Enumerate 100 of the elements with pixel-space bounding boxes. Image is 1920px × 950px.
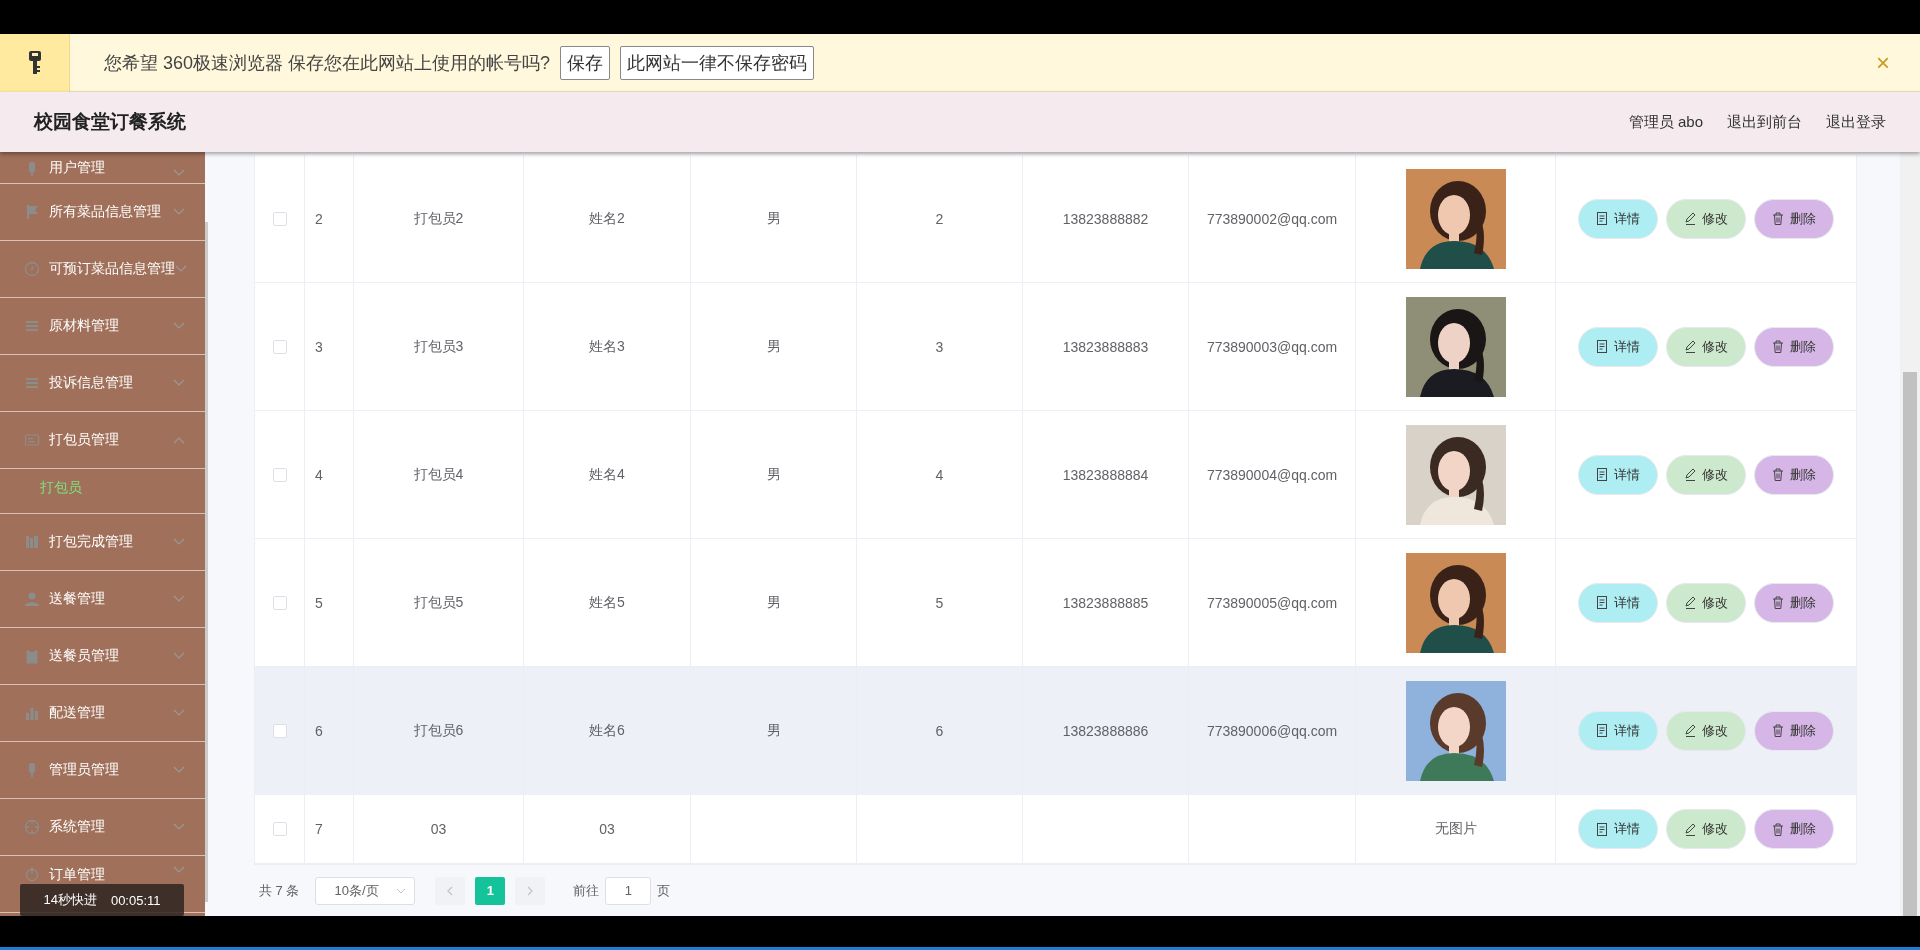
- chevron-right-icon: [526, 885, 535, 896]
- table-cell: 男: [766, 209, 781, 228]
- flag-icon: [24, 204, 40, 220]
- chevron-down-icon: [175, 265, 187, 273]
- table-cell: 03: [430, 821, 447, 837]
- trash-icon: [1772, 822, 1784, 836]
- detail-button[interactable]: 详情: [1578, 326, 1658, 367]
- table-cell: 13823888885: [1062, 594, 1149, 611]
- detail-button[interactable]: 详情: [1578, 454, 1658, 495]
- table-cell: 打包员3: [413, 337, 464, 356]
- prompt-button[interactable]: 保存: [560, 45, 611, 80]
- table-cell: 5: [315, 594, 323, 611]
- edit-button[interactable]: 修改: [1666, 582, 1746, 623]
- trash-icon: [1772, 724, 1784, 737]
- table-cell: 2: [315, 210, 323, 227]
- document-icon: [1596, 212, 1608, 225]
- table-cell: 7: [315, 821, 323, 837]
- row-checkbox[interactable]: [272, 211, 287, 226]
- document-icon: [1596, 724, 1608, 737]
- no-image-text: 无图片: [1434, 820, 1477, 838]
- detail-button[interactable]: 详情: [1578, 198, 1658, 239]
- table-cell: 姓名5: [589, 593, 625, 612]
- table-cell: 男: [766, 337, 781, 356]
- document-icon: [1596, 468, 1608, 481]
- prompt-message: 您希望 360极速浏览器 保存您在此网站上使用的帐号吗?: [104, 51, 551, 75]
- detail-button[interactable]: 详情: [1578, 809, 1658, 849]
- prompt-button[interactable]: 此网站一律不保存密码: [620, 45, 815, 80]
- bars-icon: [24, 534, 40, 550]
- table-cell: 姓名2: [589, 209, 625, 228]
- table-cell: 3: [315, 338, 323, 355]
- chevron-left-icon: [446, 885, 455, 896]
- app-title: 校园食堂订餐系统: [34, 110, 186, 134]
- delete-button[interactable]: 删除: [1754, 454, 1834, 495]
- table-cell: 2: [935, 210, 944, 227]
- edit-button[interactable]: 修改: [1666, 710, 1746, 751]
- delete-button[interactable]: 删除: [1754, 582, 1834, 623]
- pencil-icon: [1684, 724, 1696, 737]
- prev-page-button[interactable]: [435, 876, 466, 905]
- row-checkbox[interactable]: [272, 339, 287, 354]
- next-page-button[interactable]: [515, 876, 546, 905]
- power-icon: [24, 866, 40, 882]
- table-cell: 男: [766, 465, 781, 484]
- document-icon: [1596, 596, 1608, 609]
- table-cell: 773890006@qq.com: [1206, 722, 1338, 739]
- delete-button[interactable]: 删除: [1754, 326, 1834, 367]
- delete-button[interactable]: 删除: [1754, 710, 1834, 751]
- chevron-down-icon: [173, 208, 185, 216]
- table-cell: 3: [935, 338, 944, 355]
- pencil-icon: [1684, 340, 1696, 353]
- chevron-down-icon: [173, 866, 185, 874]
- target-icon: [24, 819, 40, 835]
- table-cell: 男: [766, 721, 781, 740]
- table-cell: 打包员2: [413, 209, 464, 228]
- header-link[interactable]: 退出到前台: [1727, 112, 1802, 132]
- detail-button[interactable]: 详情: [1578, 710, 1658, 751]
- document-icon: [1596, 340, 1608, 353]
- edit-button[interactable]: 修改: [1666, 809, 1746, 849]
- row-checkbox[interactable]: [272, 723, 287, 738]
- chevron-down-icon: [173, 379, 185, 387]
- table-cell: 773890003@qq.com: [1206, 338, 1338, 355]
- edit-button[interactable]: 修改: [1666, 326, 1746, 367]
- lines-icon: [24, 318, 40, 334]
- scrollbar-thumb[interactable]: [205, 222, 208, 902]
- chevron-down-icon: [173, 538, 185, 546]
- page-size-select[interactable]: 10条/页: [315, 876, 416, 905]
- table-cell: 姓名6: [589, 721, 625, 740]
- row-checkbox[interactable]: [272, 595, 287, 610]
- chevron-down-icon: [173, 652, 185, 660]
- header-link[interactable]: 管理员 abo: [1628, 112, 1703, 132]
- pencil-icon: [1684, 212, 1696, 225]
- key-icon: [0, 33, 70, 92]
- delete-button[interactable]: 删除: [1754, 809, 1834, 849]
- chevron-down-icon: [173, 169, 185, 177]
- goto-label: 前往: [573, 881, 600, 900]
- table-cell: 13823888882: [1062, 210, 1149, 227]
- edit-button[interactable]: 修改: [1666, 198, 1746, 239]
- table-cell: 03: [599, 821, 615, 837]
- table-cell: 13823888883: [1062, 338, 1149, 355]
- table-cell: 打包员6: [413, 721, 464, 740]
- trash-icon: [1772, 340, 1784, 353]
- total-count: 共 7 条: [259, 881, 300, 900]
- chevron-up-icon: [173, 436, 185, 444]
- pencil-icon: [1684, 468, 1696, 481]
- table-cell: 6: [935, 722, 944, 739]
- table-cell: 13823888886: [1062, 722, 1149, 739]
- trash-icon: [1772, 212, 1784, 225]
- table-cell: 姓名4: [589, 465, 625, 484]
- table-cell: 5: [935, 594, 944, 611]
- chevron-down-icon: [173, 322, 185, 330]
- card-icon: [24, 432, 40, 448]
- header-link[interactable]: 退出登录: [1826, 112, 1886, 132]
- delete-button[interactable]: 删除: [1754, 198, 1834, 239]
- edit-button[interactable]: 修改: [1666, 454, 1746, 495]
- row-checkbox[interactable]: [272, 822, 287, 836]
- row-checkbox[interactable]: [272, 467, 287, 482]
- pencil-icon: [1684, 596, 1696, 609]
- scrollbar-thumb[interactable]: [1903, 372, 1917, 916]
- detail-button[interactable]: 详情: [1578, 582, 1658, 623]
- page-input[interactable]: 1: [605, 876, 652, 905]
- speed-label: 14秒快进: [43, 891, 97, 909]
